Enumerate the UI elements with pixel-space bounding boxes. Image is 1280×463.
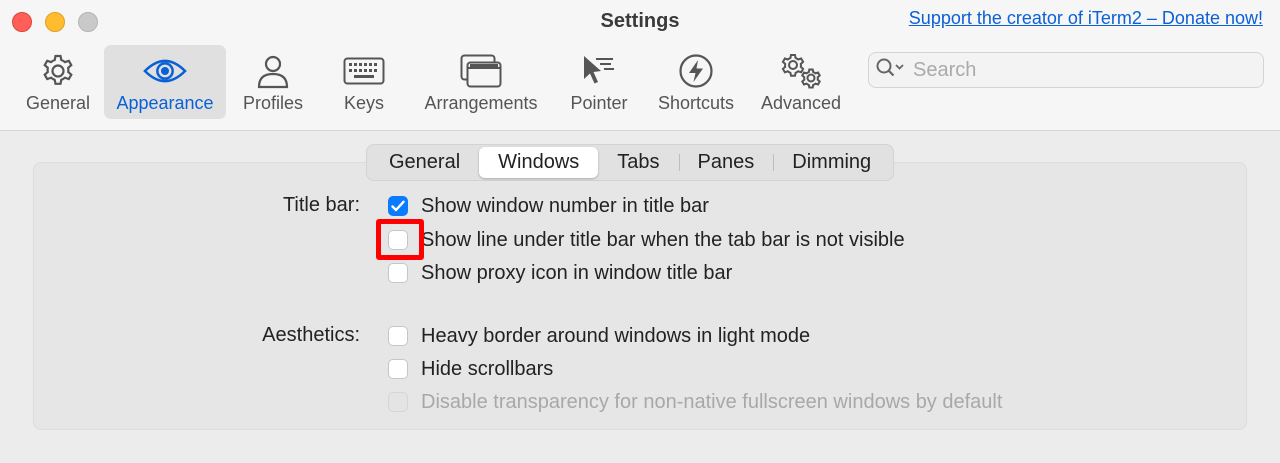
gears-icon — [779, 51, 823, 91]
tab-windows[interactable]: Windows — [479, 147, 599, 178]
keyboard-icon — [342, 51, 386, 91]
title-bar-section-label: Title bar: — [282, 194, 360, 216]
pointer-icon — [577, 51, 621, 91]
toolbar: Settings Support the creator of iTerm2 –… — [0, 0, 1280, 131]
show-proxy-icon-label: Show proxy icon in window title bar — [421, 261, 733, 284]
toolbar-shortcuts-label: Shortcuts — [657, 93, 735, 113]
highlight-box — [376, 219, 424, 260]
gear-icon — [36, 51, 80, 91]
donate-link[interactable]: Support the creator of iTerm2 – Donate n… — [909, 8, 1263, 29]
heavy-border-label: Heavy border around windows in light mod… — [421, 324, 811, 347]
checkmark-icon — [391, 200, 405, 212]
tab-bar: General Windows Tabs Panes Dimming — [366, 144, 895, 181]
option-show-line-under-title-bar[interactable]: Show line under title bar when the tab b… — [388, 227, 905, 253]
search-icon — [875, 57, 905, 84]
option-heavy-border[interactable]: Heavy border around windows in light mod… — [388, 323, 810, 349]
show-proxy-icon-checkbox[interactable] — [388, 263, 408, 283]
show-line-under-title-bar-label: Show line under title bar when the tab b… — [421, 228, 905, 251]
disable-transparency-label: Disable transparency for non-native full… — [421, 390, 1003, 413]
toolbar-keys[interactable]: Keys — [330, 45, 398, 119]
toolbar-profiles-label: Profiles — [242, 93, 304, 113]
toolbar-appearance[interactable]: Appearance — [104, 45, 226, 119]
hide-scrollbars-label: Hide scrollbars — [421, 357, 554, 380]
bolt-icon — [674, 51, 718, 91]
toolbar-profiles[interactable]: Profiles — [236, 45, 310, 119]
hide-scrollbars-checkbox[interactable] — [388, 359, 408, 379]
toolbar-shortcuts[interactable]: Shortcuts — [652, 45, 740, 119]
tab-general[interactable]: General — [370, 147, 479, 178]
eye-icon — [143, 51, 187, 91]
windows-icon — [459, 51, 503, 91]
toolbar-keys-label: Keys — [343, 93, 385, 113]
toolbar-pointer-label: Pointer — [570, 93, 628, 113]
toolbar-advanced-label: Advanced — [760, 93, 842, 113]
search-field[interactable] — [868, 52, 1264, 88]
option-show-proxy-icon[interactable]: Show proxy icon in window title bar — [388, 260, 732, 286]
person-icon — [251, 51, 295, 91]
aesthetics-section-label: Aesthetics: — [262, 324, 360, 346]
tab-tabs[interactable]: Tabs — [598, 147, 678, 178]
option-disable-transparency: Disable transparency for non-native full… — [388, 389, 1002, 415]
tab-dimming[interactable]: Dimming — [773, 147, 890, 178]
toolbar-pointer[interactable]: Pointer — [564, 45, 634, 119]
search-input[interactable] — [911, 57, 1255, 83]
show-window-number-checkbox[interactable] — [388, 196, 408, 216]
tab-panes[interactable]: Panes — [678, 147, 774, 178]
toolbar-appearance-label: Appearance — [116, 93, 214, 113]
show-window-number-label: Show window number in title bar — [421, 194, 709, 217]
option-hide-scrollbars[interactable]: Hide scrollbars — [388, 356, 553, 382]
toolbar-advanced[interactable]: Advanced — [756, 45, 846, 119]
toolbar-general[interactable]: General — [21, 45, 95, 119]
option-show-window-number[interactable]: Show window number in title bar — [388, 193, 709, 219]
toolbar-arrangements-label: Arrangements — [424, 93, 538, 113]
toolbar-general-label: General — [25, 93, 91, 113]
disable-transparency-checkbox — [388, 392, 408, 412]
toolbar-arrangements[interactable]: Arrangements — [418, 45, 544, 119]
heavy-border-checkbox[interactable] — [388, 326, 408, 346]
